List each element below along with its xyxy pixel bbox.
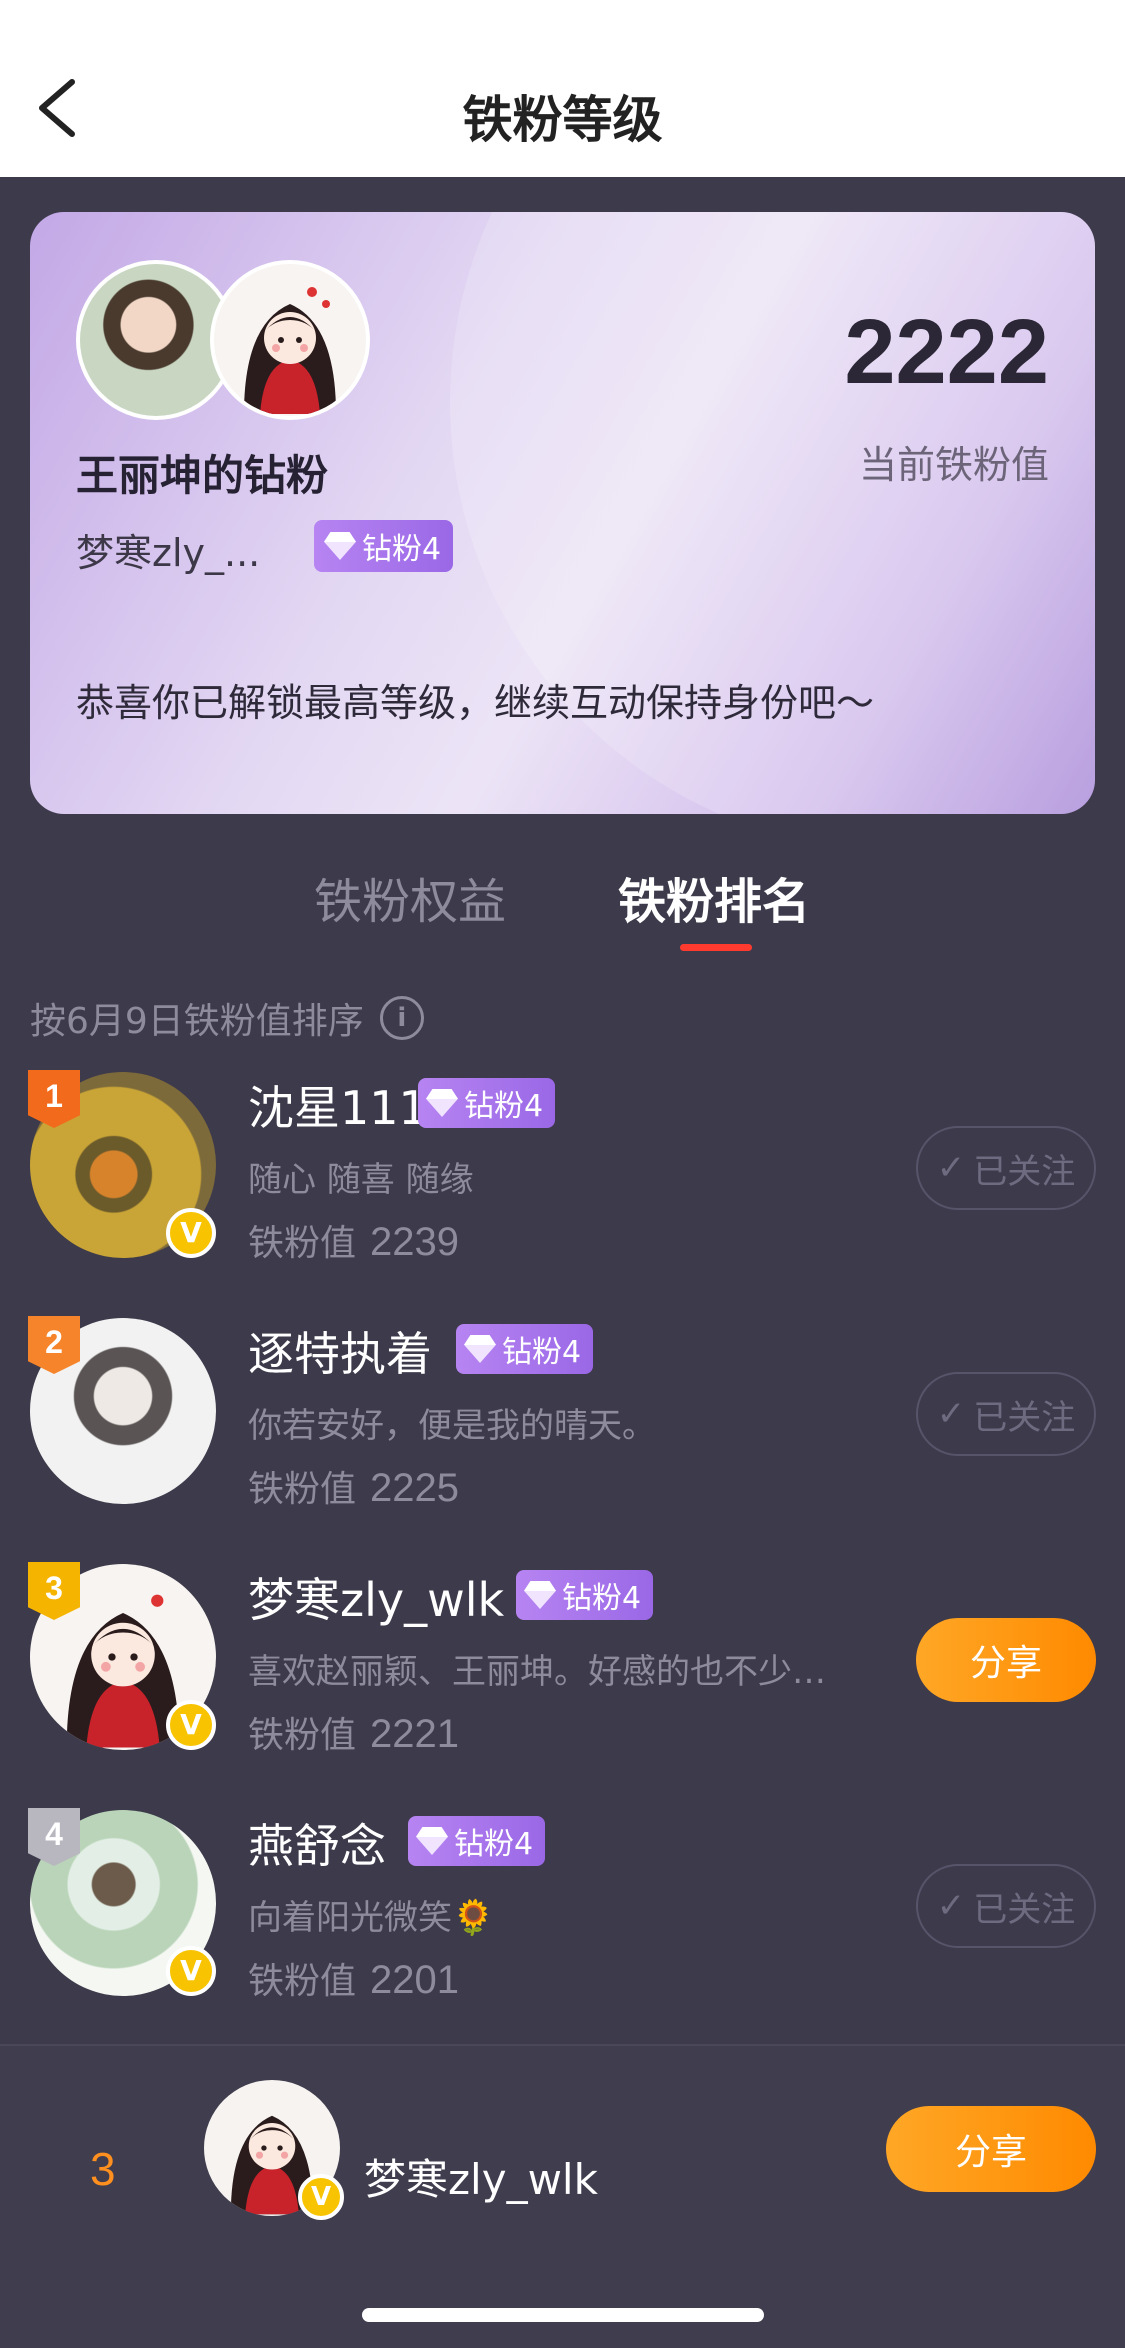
share-button[interactable]: 分享 [916, 1618, 1096, 1702]
page-title: 铁粉等级 [462, 91, 663, 149]
verified-icon: V [166, 1700, 216, 1750]
my-avatar[interactable]: V [204, 2080, 344, 2220]
fan-level-badge: 钻粉4 [314, 520, 454, 572]
fan-score: 铁粉值 2221 [248, 1706, 459, 1758]
ranking-row[interactable]: 4 V 燕舒念 钻粉4 向着阳光微笑🌻 铁粉值 2201 ✓ 已关注 [0, 1808, 1125, 2010]
fan-avatar[interactable]: 3 V [28, 1562, 216, 1750]
fan-bio: 喜欢赵丽颖、王丽坤。好感的也不少… [248, 1652, 826, 1692]
fan-score: 铁粉值 2239 [248, 1214, 459, 1266]
fan-name[interactable]: 梦寒zly_wlk [248, 1564, 504, 1630]
fan-level-card: 王丽坤的钻粉 梦寒zly_... 钻粉4 2222 当前铁粉值 恭喜你已解锁最高… [30, 212, 1095, 814]
check-icon: ✓ [936, 1394, 966, 1434]
diamond-icon [426, 1089, 458, 1117]
ranking-row[interactable]: 2 逐特执着 钻粉4 你若安好，便是我的晴天。 铁粉值 2225 ✓ 已关注 [0, 1316, 1125, 1518]
badge-label: 钻粉4 [464, 1089, 544, 1124]
home-indicator[interactable] [362, 2308, 764, 2322]
score-prefix: 铁粉值 [248, 1715, 357, 1756]
diamond-icon [416, 1827, 448, 1855]
followed-label: 已关注 [973, 1151, 1076, 1192]
fan-avatar[interactable]: 1 V [28, 1070, 216, 1258]
fan-group-name: 王丽坤的钻粉 [76, 451, 329, 500]
followed-label: 已关注 [973, 1889, 1076, 1930]
chibi-avatar-art [214, 264, 366, 416]
card-username: 梦寒zly_... [76, 531, 261, 575]
my-rank-bar: 3 V 梦寒zly_wlk 分享 [0, 2044, 1125, 2348]
fan-level-badge: 钻粉4 [418, 1078, 556, 1128]
my-name: 梦寒zly_wlk [364, 2155, 598, 2204]
score-prefix: 铁粉值 [248, 1961, 357, 2002]
fan-score: 铁粉值 2225 [248, 1460, 459, 1512]
fan-level-badge: 钻粉4 [408, 1816, 546, 1866]
sort-note-text: 按6月9日铁粉值排序 [30, 1001, 364, 1042]
top-nav-bar: 铁粉等级 [0, 0, 1125, 177]
verified-icon: V [298, 2174, 344, 2220]
score-value: 2201 [370, 1958, 459, 2002]
fan-name[interactable]: 逐特执着 [248, 1318, 432, 1384]
fan-level-badge: 钻粉4 [456, 1324, 594, 1374]
diamond-icon [464, 1335, 496, 1363]
share-button[interactable]: 分享 [886, 2106, 1096, 2192]
info-icon[interactable]: i [379, 996, 424, 1040]
fan-avatar[interactable]: 2 [28, 1316, 216, 1504]
check-icon: ✓ [936, 1886, 966, 1926]
ranking-row[interactable]: 3 V 梦寒zly_wlk 钻粉4 喜欢赵丽颖、王丽坤。好感的也不少… 铁粉值 2… [0, 1562, 1125, 1764]
score-value: 2225 [370, 1466, 459, 1510]
badge-label: 钻粉4 [502, 1335, 582, 1370]
sort-note: 按6月9日铁粉值排序 i [30, 992, 424, 1044]
badge-label: 钻粉4 [454, 1827, 534, 1862]
verified-icon: V [166, 1208, 216, 1258]
user-avatar[interactable] [210, 260, 370, 420]
followed-label: 已关注 [973, 1397, 1076, 1438]
score-prefix: 铁粉值 [248, 1223, 357, 1264]
fan-name[interactable]: 燕舒念 [248, 1810, 386, 1876]
diamond-icon [524, 1581, 556, 1609]
tab-ranking[interactable]: 铁粉排名 [618, 862, 810, 932]
verified-icon: V [166, 1946, 216, 1996]
followed-button[interactable]: ✓ 已关注 [916, 1864, 1096, 1948]
fan-avatar[interactable]: 4 V [28, 1808, 216, 1996]
badge-label: 钻粉4 [562, 1581, 642, 1616]
fan-bio: 你若安好，便是我的晴天。 [248, 1406, 656, 1446]
score-value: 2239 [370, 1220, 459, 1264]
tab-benefits[interactable]: 铁粉权益 [314, 862, 506, 932]
badge-label: 钻粉4 [362, 532, 442, 567]
followed-button[interactable]: ✓ 已关注 [916, 1126, 1096, 1210]
fan-score: 铁粉值 2201 [248, 1952, 459, 2004]
ranking-row[interactable]: 1 V 沈星111 钻粉4 随心 随喜 随缘 铁粉值 2239 ✓ 已关注 [0, 1070, 1125, 1272]
active-tab-indicator [680, 944, 752, 951]
diamond-icon [324, 532, 356, 560]
fan-level-badge: 钻粉4 [516, 1570, 654, 1620]
fan-bio: 向着阳光微笑🌻 [248, 1898, 495, 1938]
score-value: 2221 [370, 1712, 459, 1756]
level-message: 恭喜你已解锁最高等级，继续互动保持身份吧～ [76, 681, 875, 725]
fan-name[interactable]: 沈星111 [248, 1072, 428, 1138]
current-score: 2222 [844, 301, 1049, 403]
followed-button[interactable]: ✓ 已关注 [916, 1372, 1096, 1456]
check-icon: ✓ [936, 1148, 966, 1188]
current-score-label: 当前铁粉值 [858, 443, 1049, 487]
fan-bio: 随心 随喜 随缘 [248, 1160, 474, 1200]
my-rank-number: 3 [90, 2143, 116, 2195]
score-prefix: 铁粉值 [248, 1469, 357, 1510]
